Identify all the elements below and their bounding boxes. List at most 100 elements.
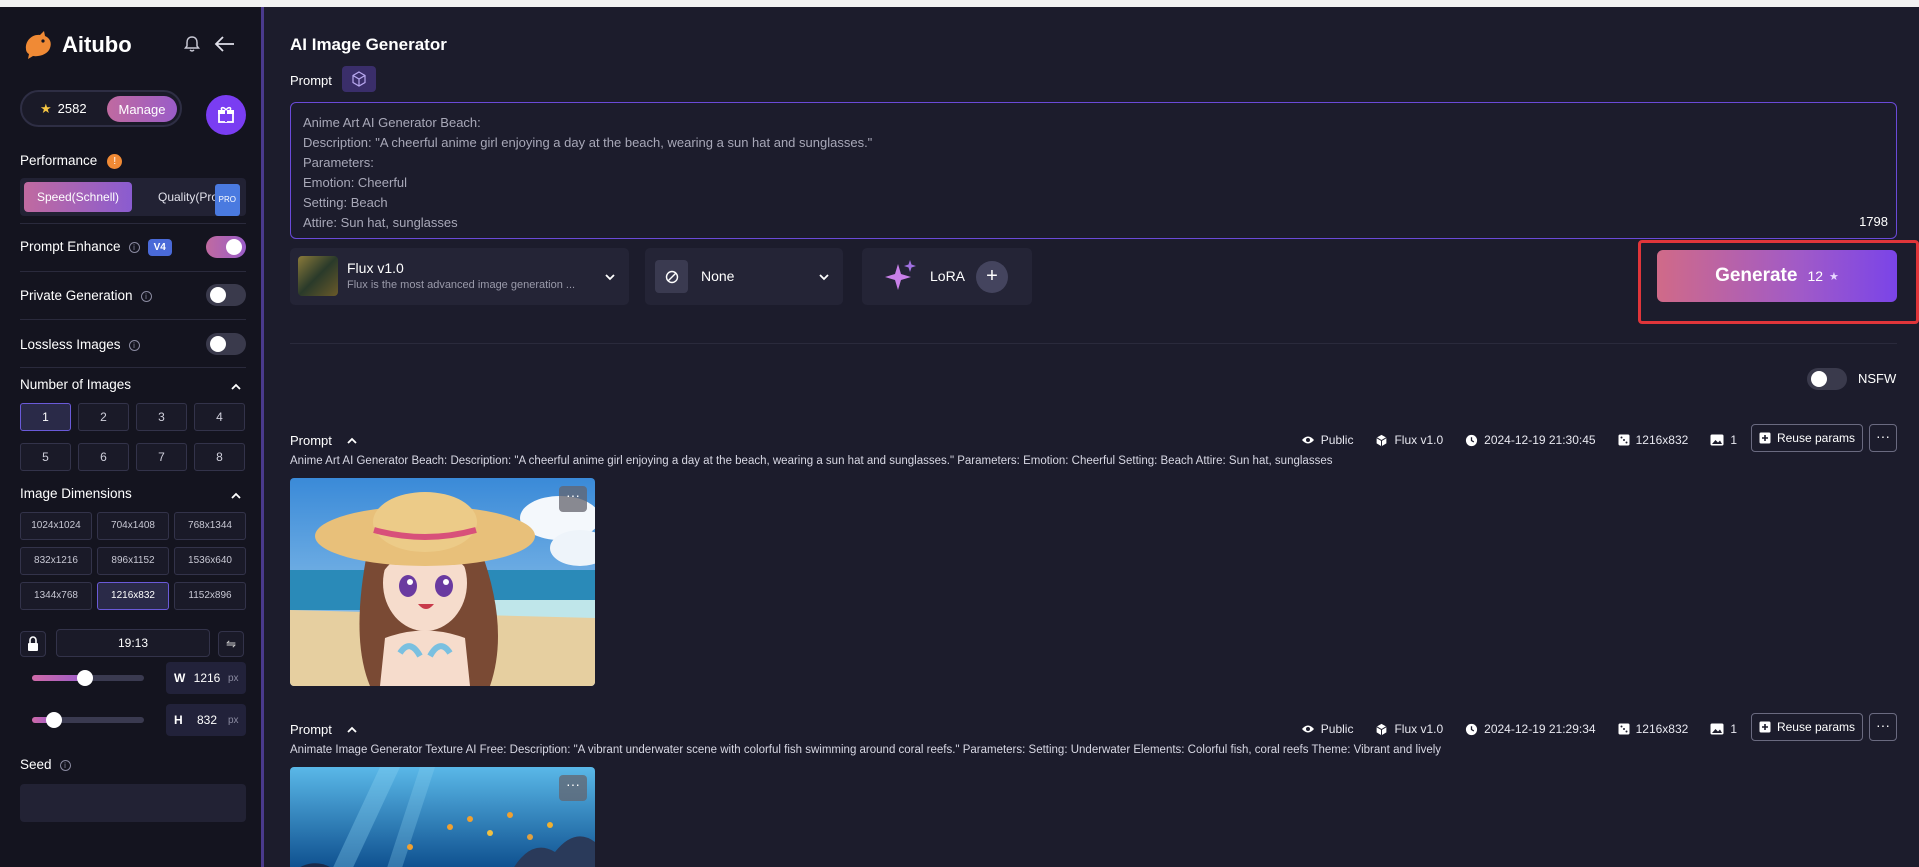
dimension-896x1152[interactable]: 896x1152 (97, 547, 169, 575)
generated-image[interactable]: ··· (290, 478, 595, 686)
height-field[interactable]: H 832 px (166, 704, 246, 736)
size-label: 1216x832 (1635, 433, 1689, 447)
model-selector[interactable]: Flux v1.0 Flux is the most advanced imag… (290, 248, 629, 305)
info-icon[interactable]: i (128, 242, 140, 253)
brand-logo[interactable]: Aitubo (22, 29, 132, 61)
result-prompt-heading: Prompt (290, 722, 332, 737)
divider (20, 271, 246, 272)
credits-count: 2582 (57, 101, 87, 116)
chevron-up-icon[interactable] (346, 724, 358, 736)
brand-name: Aitubo (62, 32, 132, 57)
dimension-1344x768[interactable]: 1344x768 (20, 582, 92, 610)
add-lora-button[interactable]: + (976, 261, 1008, 293)
divider (20, 367, 246, 368)
generate-button[interactable]: Generate 12 ★ (1657, 250, 1897, 302)
toggle-knob (226, 239, 242, 255)
image-count-4[interactable]: 4 (194, 403, 245, 431)
info-icon[interactable]: i (140, 290, 152, 302)
manage-button[interactable]: Manage (107, 96, 177, 122)
image-count-2[interactable]: 2 (78, 403, 129, 431)
image-count-5[interactable]: 5 (20, 443, 71, 471)
bell-icon[interactable] (182, 34, 202, 54)
style-selector[interactable]: None (645, 248, 843, 305)
page-title: AI Image Generator (290, 35, 447, 54)
dimension-1024x1024[interactable]: 1024x1024 (20, 512, 92, 540)
back-arrow-icon[interactable] (214, 34, 236, 54)
seed-input[interactable] (20, 784, 246, 822)
speed-option[interactable]: Speed(Schnell) (24, 182, 132, 212)
image-count-7[interactable]: 7 (136, 443, 187, 471)
chevron-up-icon[interactable] (230, 490, 242, 502)
dimension-1536x640[interactable]: 1536x640 (174, 547, 246, 575)
quality-option[interactable]: Quality(Pro) PRO (138, 182, 242, 216)
dimension-704x1408[interactable]: 704x1408 (97, 512, 169, 540)
none-icon (655, 260, 688, 293)
image-count-3[interactable]: 3 (136, 403, 187, 431)
image-count: 1 (1730, 433, 1737, 447)
prompt-enhance-toggle[interactable] (206, 236, 246, 258)
dimension-832x1216[interactable]: 832x1216 (20, 547, 92, 575)
model-cube-icon (1376, 723, 1388, 735)
credit-star-icon: ★ (1829, 270, 1839, 283)
style-label: None (701, 268, 735, 284)
prompt-cube-button[interactable] (342, 66, 376, 92)
plus-square-icon (1759, 721, 1771, 733)
prompt-label: Prompt (290, 73, 332, 88)
model-thumbnail (298, 256, 338, 296)
chevron-up-icon[interactable] (230, 381, 242, 393)
size-label: 1216x832 (1635, 722, 1689, 736)
clock-icon (1466, 723, 1478, 735)
lora-panel[interactable]: LoRA + (862, 248, 1032, 305)
eye-icon (1301, 436, 1314, 444)
image-count-6[interactable]: 6 (78, 443, 129, 471)
aspect-ratio-input[interactable]: 19:13 (56, 629, 210, 657)
height-slider-thumb[interactable] (46, 712, 63, 728)
image-count-1[interactable]: 1 (20, 403, 71, 431)
nsfw-toggle[interactable] (1807, 368, 1847, 390)
gift-icon (218, 106, 234, 123)
width-field[interactable]: W 1216 px (166, 662, 246, 694)
generated-image[interactable]: ··· (290, 767, 595, 867)
prompt-line: Description: "A cheerful anime girl enjo… (303, 135, 873, 150)
prompt-textarea[interactable]: Anime Art AI Generator Beach: Descriptio… (290, 102, 1897, 239)
reuse-params-button[interactable]: Reuse params (1751, 713, 1863, 741)
nsfw-label: NSFW (1858, 371, 1897, 386)
image-more-button[interactable]: ··· (559, 486, 587, 512)
image-count-8[interactable]: 8 (194, 443, 245, 471)
chevron-up-icon[interactable] (346, 435, 358, 447)
anime-beach-girl-image (290, 478, 595, 686)
width-value[interactable]: 1216 (190, 671, 224, 685)
height-value[interactable]: 832 (190, 713, 224, 727)
width-slider[interactable] (32, 670, 144, 686)
more-options-button[interactable]: ··· (1869, 713, 1897, 741)
result-prompt-text: Animate Image Generator Texture AI Free:… (290, 744, 1442, 756)
lossless-images-toggle[interactable] (206, 333, 246, 355)
more-options-button[interactable]: ··· (1869, 424, 1897, 452)
visibility-label: Public (1320, 433, 1354, 447)
reuse-params-label: Reuse params (1776, 431, 1856, 445)
aspect-lock-button[interactable] (20, 631, 46, 657)
prompt-enhance-label: Prompt Enhance i V4 (20, 239, 172, 256)
underwater-reef-image (290, 767, 595, 867)
reuse-params-button[interactable]: Reuse params (1751, 424, 1863, 452)
dimension-768x1344[interactable]: 768x1344 (174, 512, 246, 540)
private-generation-label: Private Generation i (20, 288, 152, 303)
image-more-button[interactable]: ··· (559, 775, 587, 801)
gift-button[interactable] (206, 95, 246, 135)
dimension-1152x896[interactable]: 1152x896 (174, 582, 246, 610)
divider (20, 319, 246, 320)
dimension-1216x832[interactable]: 1216x832 (97, 582, 169, 610)
width-slider-thumb[interactable] (76, 670, 93, 686)
capybara-logo-icon (25, 31, 51, 59)
height-slider[interactable] (32, 712, 144, 728)
v4-badge[interactable]: V4 (147, 239, 172, 256)
warning-info-icon[interactable]: ! (107, 153, 123, 169)
swap-dimensions-button[interactable]: ⇋ (218, 631, 244, 657)
info-icon[interactable]: i (128, 339, 140, 351)
generate-label: Generate (1715, 265, 1798, 286)
image-icon (1710, 434, 1724, 446)
private-generation-toggle[interactable] (206, 284, 246, 306)
info-icon[interactable]: i (59, 759, 71, 771)
main-content: AI Image Generator Prompt Anime Art AI G… (267, 7, 1919, 867)
section-divider (290, 343, 1897, 344)
